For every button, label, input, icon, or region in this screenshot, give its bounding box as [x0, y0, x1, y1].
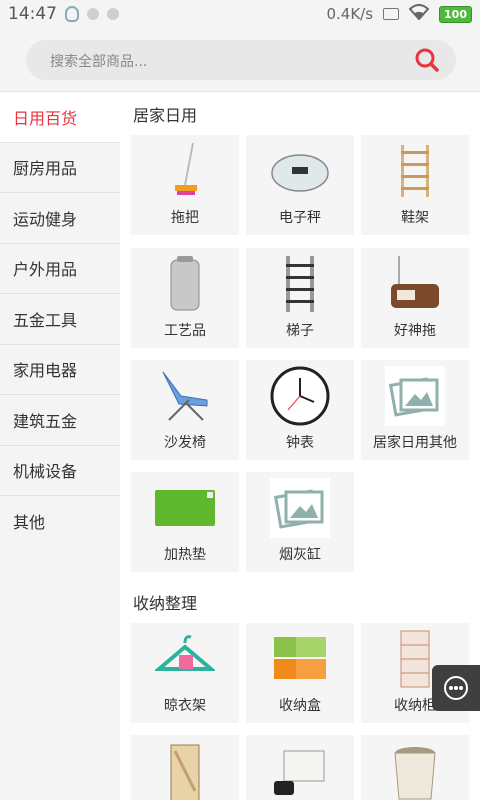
search-icon[interactable]: [414, 47, 440, 73]
category-label: 收纳盒: [279, 698, 321, 714]
category-label: 加热垫: [164, 547, 206, 563]
category-tile-trash-bin[interactable]: [361, 735, 469, 800]
wifi-icon: [408, 4, 430, 24]
image-placeholder-icon: [270, 478, 330, 538]
category-label: 梯子: [286, 323, 314, 339]
search-input[interactable]: 搜索全部商品...: [26, 40, 456, 80]
sidebar-item-building-hardware[interactable]: 建筑五金: [0, 395, 120, 446]
category-tile-home-other[interactable]: 居家日用其他: [361, 360, 469, 460]
vacuum-bag-icon: [274, 750, 325, 795]
category-label: 电子秤: [279, 210, 321, 226]
sidebar-item-appliances[interactable]: 家用电器: [0, 345, 120, 395]
category-tile-storage-box[interactable]: 收纳盒: [246, 623, 354, 723]
search-placeholder: 搜索全部商品...: [50, 54, 148, 70]
sidebar-item-kitchen[interactable]: 厨房用品: [0, 143, 120, 193]
category-label: 沙发椅: [164, 435, 206, 451]
scale-icon: [271, 154, 329, 192]
category-label: 晾衣架: [164, 698, 206, 714]
sidebar-item-hardware-tools[interactable]: 五金工具: [0, 294, 120, 345]
trash-bin-icon: [394, 747, 436, 800]
category-tile-wardrobe[interactable]: [131, 735, 239, 800]
sidebar-item-other[interactable]: 其他: [0, 496, 120, 547]
shoe-rack-icon: [401, 145, 429, 197]
sidebar-item-machinery[interactable]: 机械设备: [0, 446, 120, 496]
network-speed: 0.4K/s: [326, 5, 374, 23]
category-label: 居家日用其他: [373, 435, 457, 451]
search-bar: 搜索全部商品...: [0, 28, 480, 92]
category-label: 烟灰缸: [279, 547, 321, 563]
category-label: 好神拖: [394, 323, 436, 339]
notification-dot-icon: [107, 8, 119, 20]
category-tile-crafts[interactable]: 工艺品: [131, 248, 239, 348]
heating-pad-icon: [155, 490, 215, 526]
qq-icon: [65, 6, 79, 22]
category-tile-mop[interactable]: 拖把: [131, 135, 239, 235]
product-grid: 居家日用 拖把 电子秤 鞋架 工艺品 梯子 好神拖 沙发椅 钟表 居家日用其他 …: [120, 92, 480, 800]
mop-icon: [175, 142, 197, 195]
category-tile-heating-pad[interactable]: 加热垫: [131, 472, 239, 572]
category-label: 工艺品: [164, 323, 206, 339]
status-bar: 14:47 0.4K/s 100: [0, 0, 480, 28]
sidebar-item-outdoor[interactable]: 户外用品: [0, 244, 120, 294]
status-time: 14:47: [8, 4, 57, 24]
fabric-wardrobe-icon: [170, 744, 200, 800]
image-placeholder-icon: [385, 366, 445, 426]
spin-mop-icon: [391, 256, 439, 308]
category-tile-clock[interactable]: 钟表: [246, 360, 354, 460]
storage-box-icon: [274, 637, 326, 679]
section-title-storage: 收纳整理: [133, 594, 198, 613]
category-tile-lounge-chair[interactable]: 沙发椅: [131, 360, 239, 460]
category-tile-vacuum-bag[interactable]: [246, 735, 354, 800]
no-sim-icon: [383, 8, 400, 20]
sidebar-item-daily[interactable]: 日用百货: [0, 92, 127, 143]
category-tile-ladder[interactable]: 梯子: [246, 248, 354, 348]
category-tile-scale[interactable]: 电子秤: [246, 135, 354, 235]
category-sidebar: 日用百货 厨房用品 运动健身 户外用品 五金工具 家用电器 建筑五金 机械设备 …: [0, 92, 127, 800]
sidebar-item-fitness[interactable]: 运动健身: [0, 193, 120, 244]
section-title-home: 居家日用: [133, 106, 198, 125]
ladder-icon: [286, 256, 314, 312]
notification-dot-icon: [87, 8, 99, 20]
category-label: 鞋架: [401, 210, 429, 226]
category-label: 拖把: [171, 210, 199, 226]
clock-icon: [270, 366, 330, 426]
category-tile-ashtray[interactable]: 烟灰缸: [246, 472, 354, 572]
category-tile-spin-mop[interactable]: 好神拖: [361, 248, 469, 348]
category-tile-shoe-rack[interactable]: 鞋架: [361, 135, 469, 235]
lounge-chair-icon: [162, 371, 208, 421]
category-label: 钟表: [286, 435, 314, 451]
floating-menu-button[interactable]: [432, 665, 480, 711]
hanger-icon: [155, 635, 215, 671]
category-tile-hanger[interactable]: 晾衣架: [131, 623, 239, 723]
canister-icon: [170, 256, 200, 311]
battery-icon: 100: [439, 5, 472, 23]
